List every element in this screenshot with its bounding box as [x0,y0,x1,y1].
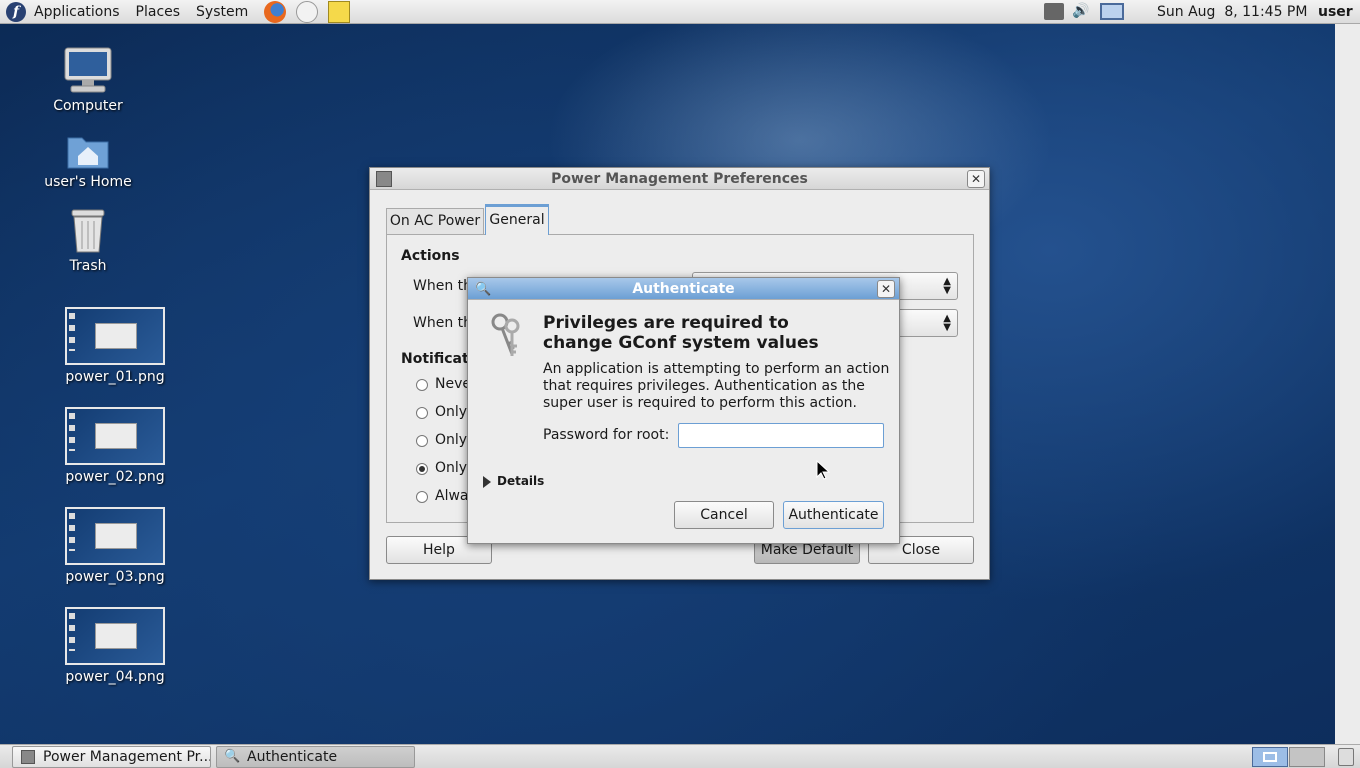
computer-icon [64,47,112,93]
applications-menu[interactable]: Applications [26,0,128,24]
radio-only-1[interactable] [416,407,428,419]
desktop-icon-label: Trash [69,258,107,274]
mouse-cursor-icon [816,460,830,480]
desktop-icon-power-03[interactable]: power_03.png [55,507,175,585]
close-icon[interactable]: ✕ [877,280,895,298]
tab-label: On AC Power [389,213,481,229]
power-window-titlebar[interactable]: Power Management Preferences ✕ [370,168,989,190]
system-menu[interactable]: System [188,0,256,24]
authenticate-dialog: 🔍 Authenticate ✕ Privileges are required… [467,277,900,544]
text-editor-icon[interactable] [328,0,351,23]
password-input[interactable] [678,423,884,448]
clock[interactable]: Sun Aug 8, 11:45 PM [1157,0,1307,24]
action-row-label: When th [413,278,473,294]
password-label: Password for root: [543,427,670,443]
places-menu[interactable]: Places [128,0,189,24]
image-thumbnail [65,507,165,565]
network-icon[interactable] [1100,3,1124,20]
radio-label: Only [435,432,468,448]
taskbar-item-label: Authenticate [247,749,338,765]
trash-applet-icon[interactable] [1338,748,1354,766]
image-thumbnail [65,407,165,465]
radio-only-2[interactable] [416,435,428,447]
desktop-icon-label: power_04.png [65,669,165,685]
desktop-icon-computer[interactable]: Computer [48,46,128,114]
auth-message: An application is attempting to perform … [543,361,890,411]
desktop-icon-label: power_03.png [65,569,165,585]
triangle-right-icon [483,475,491,488]
tab-label: General [489,212,545,228]
radio-only-3[interactable] [416,463,428,475]
authenticate-button[interactable]: Authenticate [783,501,884,529]
tab-general[interactable]: General [485,204,549,235]
auth-heading: Privileges are required to change GConf … [543,313,883,353]
desktop-edge-strip [1335,24,1360,744]
top-panel: f Applications Places System 🔊 Sun Aug 8… [0,0,1360,24]
volume-icon[interactable]: 🔊 [1072,3,1090,20]
taskbar-item-label: Power Management Pr... [43,749,211,765]
workspace-1[interactable] [1252,747,1288,767]
auth-titlebar[interactable]: 🔍 Authenticate ✕ [468,278,899,300]
close-icon[interactable]: ✕ [967,170,985,188]
desktop-icon-label: user's Home [44,174,132,190]
auth-heading-line1: Privileges are required to [543,313,789,333]
actions-heading: Actions [401,248,460,264]
tab-on-ac-power[interactable]: On AC Power [386,208,484,234]
taskbar-item-authenticate[interactable]: 🔍 Authenticate [216,746,415,768]
mail-client-icon[interactable] [296,0,319,23]
search-small-icon: 🔍 [224,749,241,764]
radio-label: Only [435,460,468,476]
desktop-icon-label: power_01.png [65,369,165,385]
workspace-2[interactable] [1289,747,1325,767]
taskbar-item-power-management[interactable]: Power Management Pr... [12,746,211,768]
radio-never[interactable] [416,379,428,391]
radio-label: Neve [435,376,471,392]
mini-window-icon [1263,752,1277,762]
window-title: Power Management Preferences [551,171,808,187]
desktop-icon-label: power_02.png [65,469,165,485]
desktop-icon-power-04[interactable]: power_04.png [55,607,175,685]
desktop-icon-power-01[interactable]: power_01.png [55,307,175,385]
chevron-updown-icon: ▲ ▼ [943,313,951,333]
desktop-icon-power-02[interactable]: power_02.png [55,407,175,485]
firefox-icon[interactable] [264,0,287,23]
action-row-label: When th [413,315,473,331]
printer-icon[interactable] [1044,3,1064,20]
radio-always[interactable] [416,491,428,503]
window-menu-icon[interactable] [376,171,392,187]
key-small-icon: 🔍 [475,282,492,297]
notification-heading: Notificati [401,351,474,367]
dialog-title: Authenticate [632,281,735,297]
details-label: Details [497,474,545,488]
home-folder-icon [67,137,109,169]
fedora-logo-icon[interactable]: f [6,1,26,22]
chevron-updown-icon: ▲ ▼ [943,276,951,296]
image-thumbnail [65,307,165,365]
trash-icon [71,209,105,253]
radio-label: Only [435,404,468,420]
radio-label: Alwa [435,488,469,504]
desktop-icon-home[interactable]: user's Home [38,130,138,190]
cancel-button[interactable]: Cancel [674,501,774,529]
details-expander[interactable]: Details [483,474,544,488]
image-thumbnail [65,607,165,665]
auth-heading-line2: change GConf system values [543,333,819,353]
desktop-icon-trash[interactable]: Trash [48,208,128,274]
keys-icon [491,313,520,356]
user-menu[interactable]: user [1318,0,1353,24]
desktop-icon-label: Computer [53,98,123,114]
window-app-icon [21,750,35,764]
bottom-panel: Power Management Pr... 🔍 Authenticate [0,744,1360,768]
